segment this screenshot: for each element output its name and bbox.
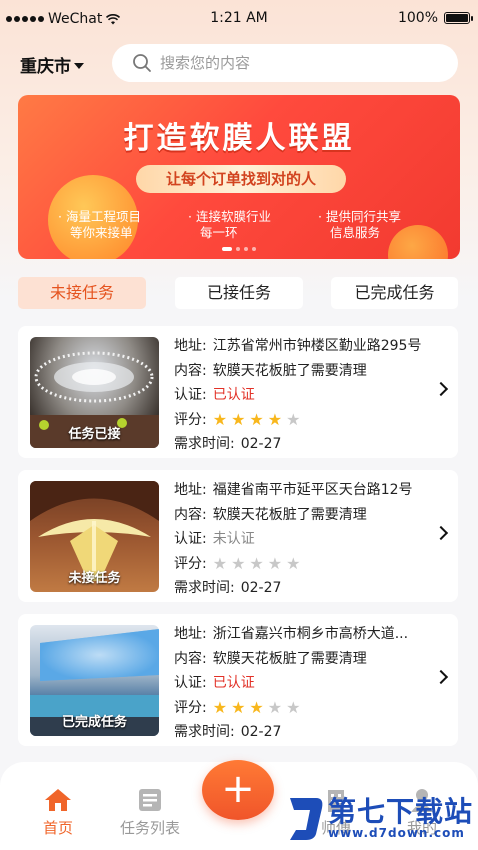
tab-accepted[interactable]: 已接任务 xyxy=(175,277,303,309)
star-icon: ★ xyxy=(286,697,301,717)
banner-feature: · 连接软膜行业 每一环 xyxy=(188,209,271,240)
star-icon: ★ xyxy=(267,697,283,717)
task-info: 地址: 江苏省常州市钟楼区勤业路295号 内容: 软膜天花板脏了需要清理 认证: 已认… xyxy=(174,334,444,457)
rating-label: 评分: xyxy=(174,411,207,428)
status-bar: WeChat 1:21 AM 100% xyxy=(0,0,478,38)
rating-label: 评分: xyxy=(174,699,207,716)
star-icon: ★ xyxy=(231,553,246,573)
cert-label: 认证: xyxy=(174,531,207,547)
star-icon: ★ xyxy=(231,409,246,429)
task-thumbnail: 未接任务 xyxy=(30,481,159,592)
star-icon: ★ xyxy=(249,697,264,717)
task-info: 地址: 浙江省嘉兴市桐乡市高桥大道... 内容: 软膜天花板脏了需要清理 认证: 已认… xyxy=(174,622,444,745)
banner-feature: · 海量工程项目 等你来接单 xyxy=(58,209,141,240)
watermark-url: www.d7down.com xyxy=(328,826,465,840)
task-card[interactable]: 未接任务 地址: 福建省南平市延平区天台路12号 内容: 软膜天花板脏了需要清理 认… xyxy=(18,470,458,602)
carousel-indicator[interactable] xyxy=(18,247,460,251)
star-icon: ★ xyxy=(286,553,301,573)
battery-percent: 100% xyxy=(397,10,438,26)
carousel-dot[interactable] xyxy=(252,247,256,251)
tab-unaccepted[interactable]: 未接任务 xyxy=(18,277,146,309)
home-icon xyxy=(45,789,71,811)
promo-banner[interactable]: 打造软膜人联盟 让每个订单找到对的人 · 海量工程项目 等你来接单 · 连接软膜行… xyxy=(18,95,460,259)
task-status-label: 任务已接 xyxy=(68,427,121,442)
star-icon: ★ xyxy=(212,553,228,573)
star-icon: ★ xyxy=(286,409,301,429)
time-label: 需求时间: xyxy=(174,580,235,596)
task-time: 02-27 xyxy=(240,724,282,740)
task-card[interactable]: 任务已接 地址: 江苏省常州市钟楼区勤业路295号 内容: 软膜天花板脏了需要清理 … xyxy=(18,326,458,458)
tab-task-list-label: 任务列表 xyxy=(119,819,180,837)
star-icon: ★ xyxy=(249,409,264,429)
city-label: 重庆市 xyxy=(20,57,71,77)
city-selector[interactable]: 重庆市 xyxy=(20,52,84,77)
task-address: 福建省南平市延平区天台路12号 xyxy=(212,482,413,498)
tab-home[interactable]: 首页 xyxy=(18,786,98,838)
carousel-dot[interactable] xyxy=(222,247,232,251)
task-status-label: 未接任务 xyxy=(68,571,121,586)
cert-status: 已认证 xyxy=(212,675,255,691)
add-task-button[interactable]: + xyxy=(202,760,274,820)
tab-home-label: 首页 xyxy=(42,819,73,837)
watermark-logo-icon xyxy=(290,798,323,840)
banner-title: 打造软膜人联盟 xyxy=(123,121,355,156)
task-content: 软膜天花板脏了需要清理 xyxy=(212,650,367,667)
address-label: 地址: xyxy=(174,338,207,354)
task-info: 地址: 福建省南平市延平区天台路12号 内容: 软膜天花板脏了需要清理 认证: 未认证… xyxy=(174,478,444,601)
tab-task-list[interactable]: 任务列表 xyxy=(110,786,190,838)
rating-stars: ★ ★ ★ ★ ★ xyxy=(212,409,301,429)
star-icon: ★ xyxy=(267,409,283,429)
cert-label: 认证: xyxy=(174,387,207,403)
tab-completed[interactable]: 已完成任务 xyxy=(331,277,458,309)
task-time: 02-27 xyxy=(240,580,282,596)
cert-status: 已认证 xyxy=(212,387,255,403)
cert-label: 认证: xyxy=(174,675,207,691)
task-content: 软膜天花板脏了需要清理 xyxy=(212,362,367,379)
content-label: 内容: xyxy=(174,362,207,379)
carousel-dot[interactable] xyxy=(244,247,248,251)
battery-info: 100% xyxy=(397,10,473,26)
task-address: 浙江省嘉兴市桐乡市高桥大道... xyxy=(212,626,409,642)
address-label: 地址: xyxy=(174,626,207,642)
search-input[interactable] xyxy=(160,54,440,72)
carousel-dot[interactable] xyxy=(236,247,240,251)
search-icon xyxy=(133,54,151,72)
banner-feature: · 提供同行共享 信息服务 xyxy=(318,209,401,240)
rating-stars: ★ ★ ★ ★ ★ xyxy=(212,553,301,573)
task-time: 02-27 xyxy=(240,436,282,452)
caret-down-icon xyxy=(74,62,84,69)
battery-icon xyxy=(444,12,473,24)
task-thumbnail: 任务已接 xyxy=(30,337,159,448)
watermark-title: 第七下载站 xyxy=(328,795,474,828)
star-icon: ★ xyxy=(212,697,228,717)
star-icon: ★ xyxy=(267,553,283,573)
address-label: 地址: xyxy=(174,482,207,498)
banner-features: · 海量工程项目 等你来接单 · 连接软膜行业 每一环 · 提供同行共享 信息服务 xyxy=(58,209,438,241)
task-thumbnail: 已完成任务 xyxy=(30,625,159,736)
star-icon: ★ xyxy=(212,409,228,429)
rating-label: 评分: xyxy=(174,555,207,572)
task-tabs: 未接任务 已接任务 已完成任务 xyxy=(18,277,458,309)
task-content: 软膜天花板脏了需要清理 xyxy=(212,506,367,523)
watermark: 第七下载站 www.d7down.com xyxy=(286,788,476,848)
task-address: 江苏省常州市钟楼区勤业路295号 xyxy=(212,338,422,354)
search-bar[interactable] xyxy=(112,44,458,82)
banner-slogan: 让每个订单找到对的人 xyxy=(136,165,346,193)
rating-stars: ★ ★ ★ ★ ★ xyxy=(212,697,301,717)
content-label: 内容: xyxy=(174,506,207,523)
cert-status: 未认证 xyxy=(212,531,255,547)
star-icon: ★ xyxy=(231,697,246,717)
time-label: 需求时间: xyxy=(174,436,235,452)
task-status-label: 已完成任务 xyxy=(61,715,127,730)
content-label: 内容: xyxy=(174,650,207,667)
task-card[interactable]: 已完成任务 地址: 浙江省嘉兴市桐乡市高桥大道... 内容: 软膜天花板脏了需要清理… xyxy=(18,614,458,746)
list-icon xyxy=(139,789,161,811)
star-icon: ★ xyxy=(249,553,264,573)
time-label: 需求时间: xyxy=(174,724,235,740)
